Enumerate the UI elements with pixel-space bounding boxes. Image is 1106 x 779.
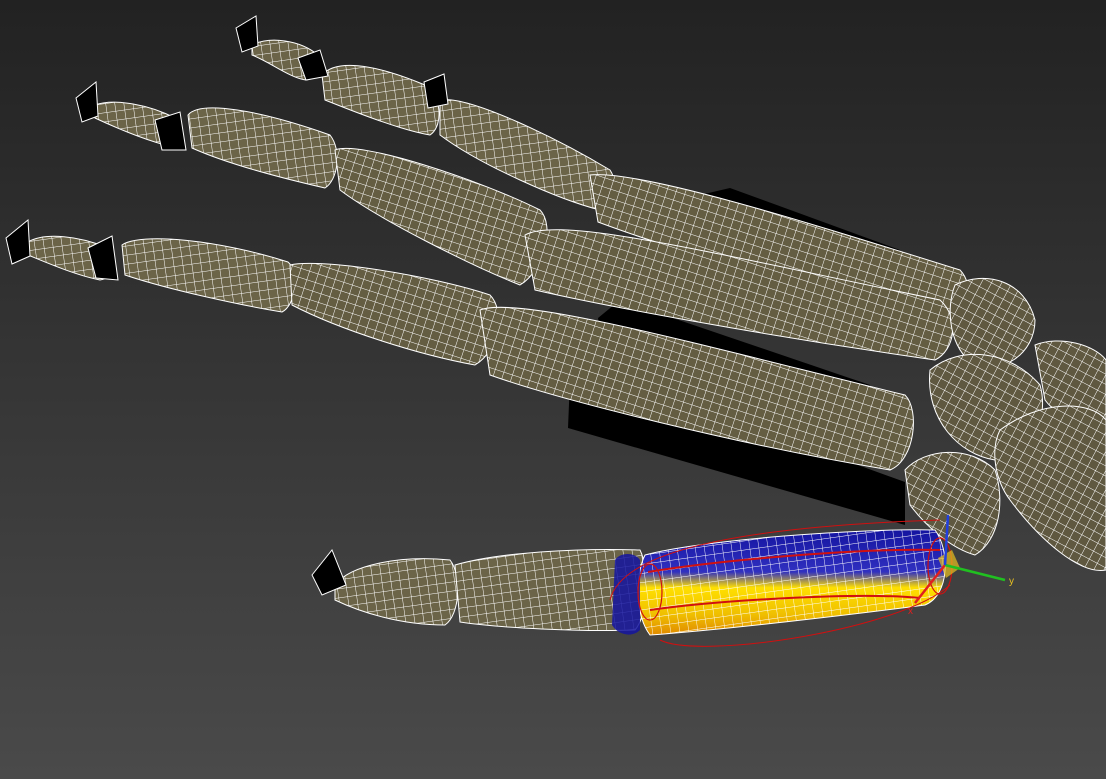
gizmo-y-label: y <box>1009 576 1014 587</box>
gizmo-x-label: x <box>908 606 913 617</box>
hand-skeleton-scene[interactable]: x y <box>0 0 1106 779</box>
3d-viewport[interactable]: x y <box>0 0 1106 779</box>
